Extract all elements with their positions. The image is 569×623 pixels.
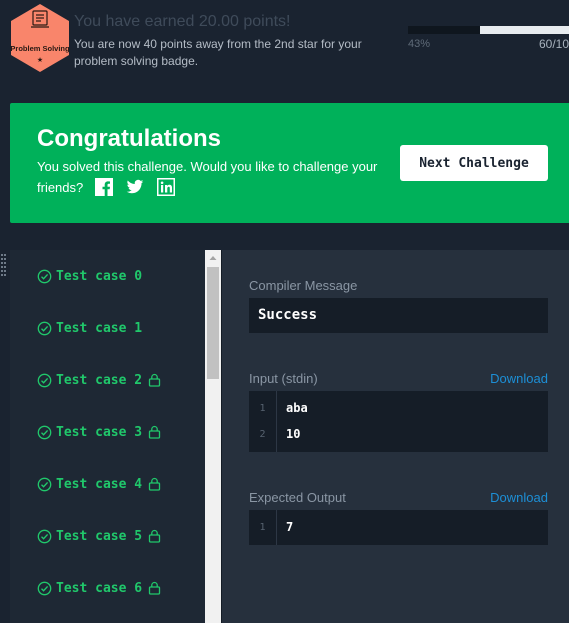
test-case-label: Test case 5 bbox=[56, 528, 143, 544]
test-case-label: Test case 6 bbox=[56, 580, 143, 596]
points-earned-title: You have earned 20.00 points! bbox=[74, 13, 291, 30]
line-number: 2 bbox=[259, 429, 266, 440]
test-case-label: Test case 4 bbox=[56, 476, 143, 492]
test-case-list: Test case 0 Test case 1 Test case 2 Test… bbox=[10, 250, 205, 623]
code-text: 10 bbox=[286, 427, 301, 441]
check-circle-icon bbox=[37, 529, 52, 544]
check-circle-icon bbox=[37, 477, 52, 492]
compiler-message-box: Success bbox=[249, 298, 548, 333]
test-case-item[interactable]: Test case 3 bbox=[37, 422, 161, 442]
input-label: Input (stdin) bbox=[249, 371, 318, 386]
test-case-label: Test case 3 bbox=[56, 424, 143, 440]
test-result-panel: Compiler Message Success Input (stdin) D… bbox=[222, 250, 569, 623]
badge-hexagon-icon: Problem Solving ★ bbox=[10, 4, 70, 72]
badge-progress-bar bbox=[408, 26, 569, 34]
code-text: aba bbox=[286, 401, 308, 415]
test-case-label: Test case 0 bbox=[56, 268, 143, 284]
lock-icon bbox=[148, 373, 161, 387]
test-case-item[interactable]: Test case 1 bbox=[37, 318, 142, 338]
test-case-item[interactable]: Test case 6 bbox=[37, 578, 161, 598]
test-case-item[interactable]: Test case 2 bbox=[37, 370, 161, 390]
test-case-scrollbar[interactable] bbox=[205, 250, 221, 623]
lock-icon bbox=[148, 477, 161, 491]
next-challenge-button[interactable]: Next Challenge bbox=[400, 145, 548, 181]
scrollbar-thumb[interactable] bbox=[207, 267, 219, 379]
check-circle-icon bbox=[37, 581, 52, 596]
congratulations-panel: Congratulations You solved this challeng… bbox=[10, 103, 569, 223]
lock-icon bbox=[148, 529, 161, 543]
lock-icon bbox=[148, 425, 161, 439]
code-line: 2 10 bbox=[249, 421, 548, 447]
test-case-item[interactable]: Test case 4 bbox=[37, 474, 161, 494]
facebook-icon[interactable] bbox=[94, 178, 113, 196]
congratulations-title: Congratulations bbox=[37, 125, 221, 152]
scroll-up-arrow-icon[interactable] bbox=[205, 250, 221, 266]
linkedin-icon[interactable] bbox=[156, 178, 175, 196]
line-number: 1 bbox=[259, 403, 266, 414]
code-line: 1 aba bbox=[249, 395, 548, 421]
progress-percent: 43% bbox=[408, 38, 431, 50]
code-text: 7 bbox=[286, 520, 294, 534]
check-circle-icon bbox=[37, 321, 52, 336]
check-circle-icon bbox=[37, 269, 52, 284]
svg-text:Problem Solving: Problem Solving bbox=[10, 44, 70, 53]
share-icons bbox=[94, 178, 175, 196]
lock-icon bbox=[148, 581, 161, 595]
test-case-item[interactable]: Test case 5 bbox=[37, 526, 161, 546]
progress-fill bbox=[480, 26, 569, 34]
problem-solving-badge[interactable]: Problem Solving ★ bbox=[9, 3, 71, 73]
twitter-icon[interactable] bbox=[126, 178, 144, 196]
test-case-item[interactable]: Test case 0 bbox=[37, 266, 142, 286]
expected-download-link[interactable]: Download bbox=[490, 490, 548, 505]
code-line: 1 7 bbox=[249, 514, 548, 540]
line-number: 1 bbox=[259, 522, 266, 533]
test-case-label: Test case 2 bbox=[56, 372, 143, 388]
compiler-message-label: Compiler Message bbox=[249, 278, 358, 293]
expected-output-box: 1 7 bbox=[249, 510, 548, 545]
progress-count: 60/10 bbox=[538, 37, 569, 51]
input-code-box: 1 aba 2 10 bbox=[249, 391, 548, 452]
congratulations-message: You solved this challenge. Would you lik… bbox=[37, 156, 387, 198]
check-circle-icon bbox=[37, 425, 52, 440]
expected-output-label: Expected Output bbox=[249, 490, 346, 505]
test-case-label: Test case 1 bbox=[56, 320, 143, 336]
resize-grip-icon[interactable] bbox=[0, 252, 8, 282]
congratulations-message-text: You solved this challenge. Would you lik… bbox=[37, 159, 378, 195]
svg-text:★: ★ bbox=[37, 56, 43, 64]
points-away-text: You are now 40 points away from the 2nd … bbox=[74, 37, 362, 68]
check-circle-icon bbox=[37, 373, 52, 388]
points-banner: Problem Solving ★ You have earned 20.00 … bbox=[0, 0, 569, 80]
input-download-link[interactable]: Download bbox=[490, 371, 548, 386]
